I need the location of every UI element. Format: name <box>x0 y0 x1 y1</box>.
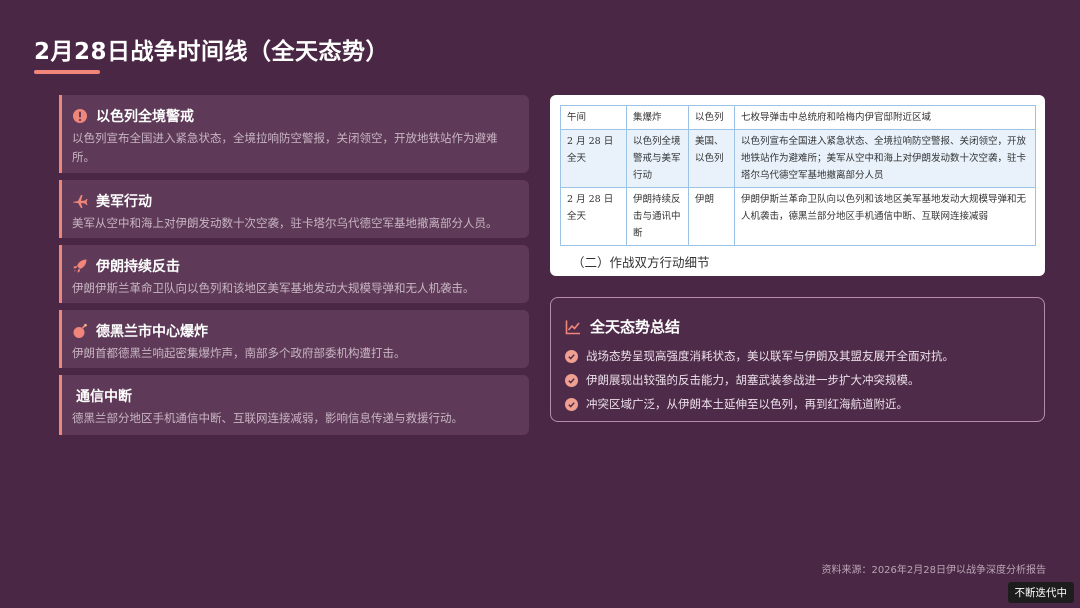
list-item: 战场态势呈现高强度消耗状态，美以联军与伊朗及其盟友展开全面对抗。 <box>565 344 954 368</box>
timeline-card-title: 德黑兰市中心爆炸 <box>96 324 208 340</box>
table-cell: 以色列全境警戒与美军行动 <box>626 129 689 188</box>
events-table: 午间 集爆炸 以色列 七枚导弹击中总统府和哈梅内伊官邸附近区域 2 月 28 日… <box>560 105 1036 246</box>
table-cell: 午间 <box>560 105 627 130</box>
timeline-card-us-action: 美军行动 美军从空中和海上对伊朗发动数十次空袭，驻卡塔尔乌代德空军基地撤离部分人… <box>59 180 529 238</box>
exclamation-icon <box>72 108 88 124</box>
rocket-icon <box>72 258 88 274</box>
chart-line-icon <box>565 319 581 335</box>
check-icon <box>565 349 578 363</box>
table-row: 2 月 28 日全天 伊朗持续反击与通讯中断 伊朗 伊朗伊斯兰革命卫队向以色列和… <box>560 187 1036 246</box>
table-cell: 2 月 28 日全天 <box>560 129 627 188</box>
list-item: 伊朗展现出较强的反击能力，胡塞武装参战进一步扩大冲突规模。 <box>565 368 954 392</box>
document-caption: （二）作战双方行动细节 <box>572 255 710 270</box>
timeline-card-iran-counter: 伊朗持续反击 伊朗伊斯兰革命卫队向以色列和该地区美军基地发动大规模导弹和无人机袭… <box>59 245 529 303</box>
timeline: 以色列全境警戒 以色列宣布全国进入紧急状态，全境拉响防空警报，关闭领空，开放地铁… <box>59 95 529 442</box>
table-cell: 美国、以色列 <box>688 129 735 188</box>
document-excerpt: 午间 集爆炸 以色列 七枚导弹击中总统府和哈梅内伊官邸附近区域 2 月 28 日… <box>550 95 1045 276</box>
bomb-icon <box>72 323 88 339</box>
list-item-text: 冲突区域广泛，从伊朗本土延伸至以色列，再到红海航道附近。 <box>586 397 908 411</box>
source-note: 资料来源：2026年2月28日伊以战争深度分析报告 <box>821 565 1046 576</box>
title-underline <box>34 70 100 74</box>
table-cell: 以色列宣布全国进入紧急状态、全境拉响防空警报、关闭领空，开放地铁站作为避难所；美… <box>734 129 1036 188</box>
table-cell: 七枚导弹击中总统府和哈梅内伊官邸附近区域 <box>734 105 1036 130</box>
timeline-card-text: 美军从空中和海上对伊朗发动数十次空袭，驻卡塔尔乌代德空军基地撤离部分人员。 <box>72 216 498 230</box>
table-cell: 集爆炸 <box>626 105 689 130</box>
timeline-card-tehran-explosion: 德黑兰市中心爆炸 伊朗首都德黑兰响起密集爆炸声，南部多个政府部委机构遭打击。 <box>59 310 529 368</box>
summary-title: 全天态势总结 <box>590 318 681 336</box>
timeline-card-text: 德黑兰部分地区手机通信中断、互联网连接减弱，影响信息传递与救援行动。 <box>72 411 463 425</box>
timeline-card-title: 以色列全境警戒 <box>96 109 194 125</box>
table-row: 午间 集爆炸 以色列 七枚导弹击中总统府和哈梅内伊官邸附近区域 <box>560 105 1036 130</box>
summary-card: 全天态势总结 战场态势呈现高强度消耗状态，美以联军与伊朗及其盟友展开全面对抗。 … <box>550 297 1045 422</box>
table-cell: 伊朗 <box>688 187 735 246</box>
timeline-card-title: 通信中断 <box>76 389 132 405</box>
timeline-card-title: 美军行动 <box>96 194 152 210</box>
table-cell: 伊朗伊斯兰革命卫队向以色列和该地区美军基地发动大规模导弹和无人机袭击，德黑兰部分… <box>734 187 1036 246</box>
list-item-text: 伊朗展现出较强的反击能力，胡塞武装参战进一步扩大冲突规模。 <box>586 373 920 387</box>
timeline-card-israel-alert: 以色列全境警戒 以色列宣布全国进入紧急状态，全境拉响防空警报，关闭领空，开放地铁… <box>59 95 529 173</box>
table-cell: 伊朗持续反击与通讯中断 <box>626 187 689 246</box>
table-cell: 2 月 28 日全天 <box>560 187 627 246</box>
timeline-card-text: 伊朗伊斯兰革命卫队向以色列和该地区美军基地发动大规模导弹和无人机袭击。 <box>72 281 475 295</box>
check-icon <box>565 397 578 411</box>
timeline-card-title: 伊朗持续反击 <box>96 259 180 275</box>
timeline-card-comms-outage: 通信中断 德黑兰部分地区手机通信中断、互联网连接减弱，影响信息传递与救援行动。 <box>59 375 529 435</box>
page-title: 2月28日战争时间线（全天态势） <box>34 39 390 65</box>
table-row: 2 月 28 日全天 以色列全境警戒与美军行动 美国、以色列 以色列宣布全国进入… <box>560 129 1036 188</box>
timeline-card-text: 以色列宣布全国进入紧急状态，全境拉响防空警报，关闭领空，开放地铁站作为避难所。 <box>72 131 498 164</box>
check-icon <box>565 373 578 387</box>
timeline-card-text: 伊朗首都德黑兰响起密集爆炸声，南部多个政府部委机构遭打击。 <box>72 346 406 360</box>
summary-list: 战场态势呈现高强度消耗状态，美以联军与伊朗及其盟友展开全面对抗。 伊朗展现出较强… <box>565 344 954 416</box>
status-badge: 不断迭代中 <box>1007 582 1074 603</box>
list-item: 冲突区域广泛，从伊朗本土延伸至以色列，再到红海航道附近。 <box>565 392 954 416</box>
list-item-text: 战场态势呈现高强度消耗状态，美以联军与伊朗及其盟友展开全面对抗。 <box>586 349 954 363</box>
plane-icon <box>72 193 88 209</box>
table-cell: 以色列 <box>688 105 735 130</box>
